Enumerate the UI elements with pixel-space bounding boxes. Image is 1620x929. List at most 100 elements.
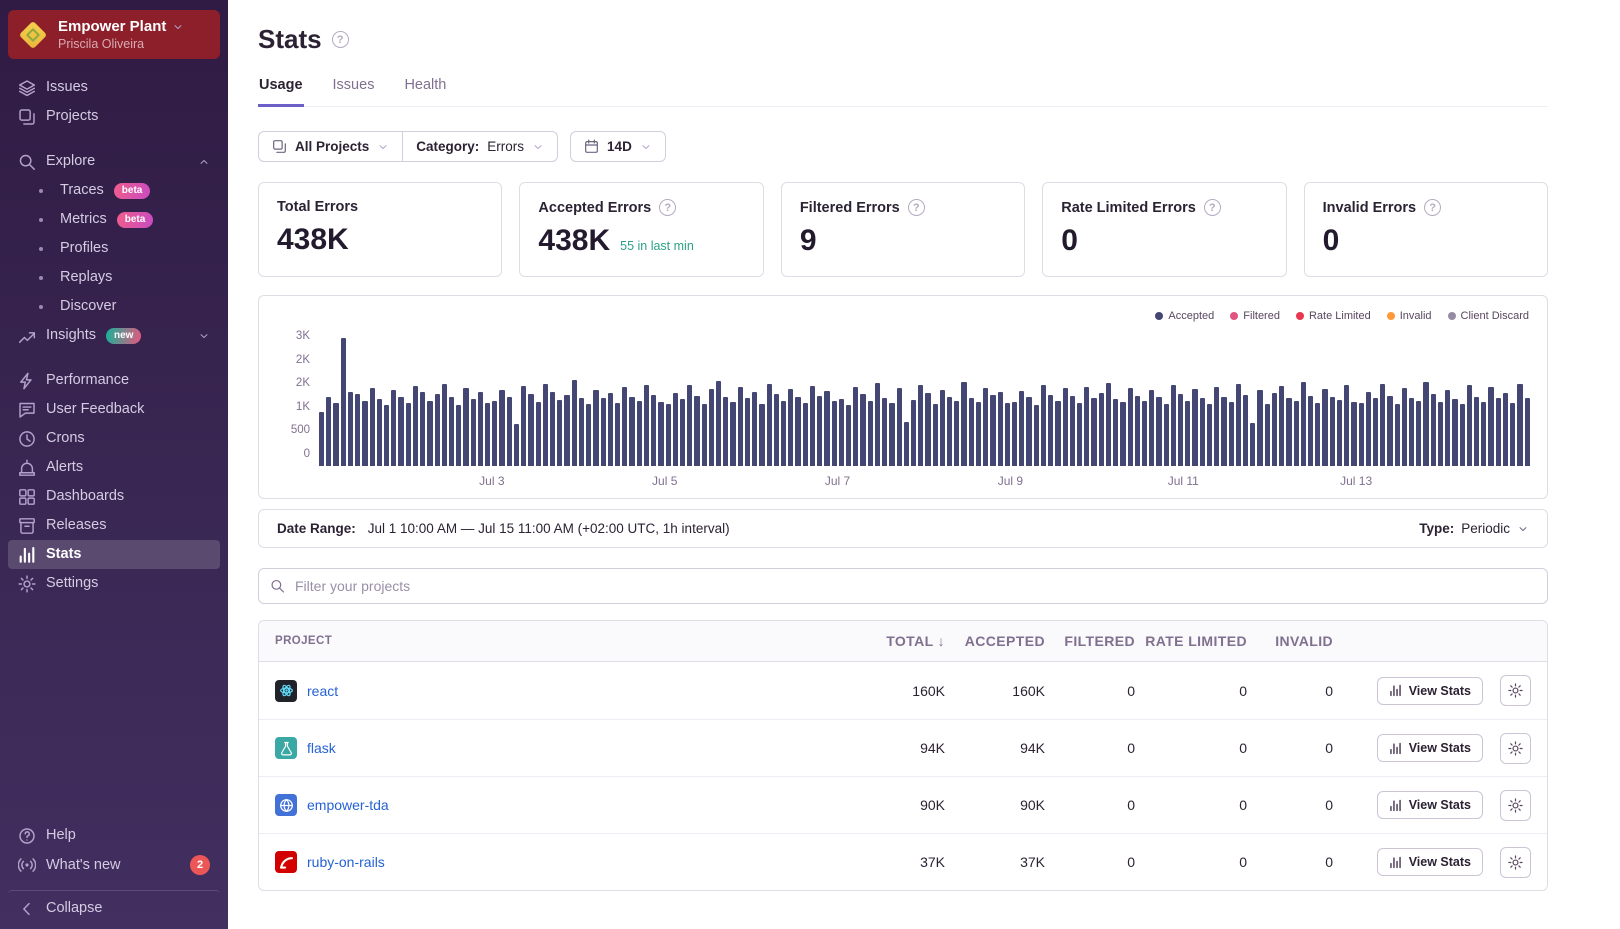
help-icon[interactable] (1204, 199, 1221, 216)
view-stats-label: View Stats (1409, 684, 1471, 698)
column-header-total[interactable]: TOTAL ↓ (845, 633, 945, 649)
sidebar-item-metrics[interactable]: Metricsbeta (8, 205, 220, 234)
chart-bar (1503, 393, 1508, 466)
sidebar-item-help[interactable]: Help (8, 821, 220, 850)
sidebar-item-whats-new[interactable]: What's new 2 (8, 850, 220, 880)
legend-item-invalid[interactable]: Invalid (1387, 310, 1432, 322)
chart-bar (398, 397, 403, 466)
x-tick-label: Jul 9 (998, 474, 1023, 488)
chart-bar (1460, 404, 1465, 466)
sidebar-item-performance[interactable]: Performance (8, 366, 220, 395)
sidebar-item-user-feedback[interactable]: User Feedback (8, 395, 220, 424)
help-icon[interactable] (659, 199, 676, 216)
tab-health[interactable]: Health (403, 77, 447, 107)
legend-item-accepted[interactable]: Accepted (1155, 310, 1214, 322)
column-header-accepted[interactable]: ACCEPTED (945, 633, 1045, 649)
chart-bar (745, 398, 750, 466)
chart-bar (1366, 392, 1371, 466)
bar-chart-icon (1389, 742, 1402, 755)
sidebar-item-stats[interactable]: Stats (8, 540, 220, 569)
bar-chart-icon (1389, 856, 1402, 869)
chart-bar (651, 395, 656, 466)
chart-x-axis: Jul 3Jul 5Jul 7Jul 9Jul 11Jul 13 (319, 466, 1529, 492)
project-link[interactable]: empower-tda (307, 797, 389, 813)
chart-bar (1380, 384, 1385, 466)
chart-bar (348, 392, 353, 466)
chart-bar (803, 403, 808, 466)
column-header-rate-limited[interactable]: RATE LIMITED (1135, 633, 1247, 649)
accepted-value: 94K (945, 740, 1045, 756)
chart-bar (832, 401, 837, 466)
view-stats-button[interactable]: View Stats (1377, 791, 1483, 819)
date-range-filter-button[interactable]: 14D (570, 131, 666, 162)
sidebar-item-discover[interactable]: Discover (8, 292, 220, 321)
view-stats-button[interactable]: View Stats (1377, 677, 1483, 705)
project-settings-button[interactable] (1500, 675, 1531, 706)
column-header-filtered[interactable]: FILTERED (1045, 633, 1135, 649)
project-settings-button[interactable] (1500, 790, 1531, 821)
project-link[interactable]: flask (307, 740, 336, 756)
chart-bar (492, 401, 497, 466)
title-help-icon[interactable] (332, 31, 349, 48)
table-row: flask94K94K000View Stats (259, 719, 1547, 776)
sidebar-item-projects[interactable]: Projects (8, 102, 220, 131)
chart-bar (370, 388, 375, 466)
help-icon[interactable] (908, 199, 925, 216)
chart-bar (1279, 386, 1284, 466)
sidebar-item-replays[interactable]: Replays (8, 263, 220, 292)
sidebar-item-traces[interactable]: Tracesbeta (8, 176, 220, 205)
feedback-icon (18, 401, 36, 419)
interval-type-value: Periodic (1461, 521, 1510, 536)
x-tick-label: Jul 11 (1168, 474, 1199, 488)
project-filter-button[interactable]: All Projects (259, 132, 402, 161)
chart-bar (774, 394, 779, 466)
chart-bar (1337, 400, 1342, 466)
view-stats-button[interactable]: View Stats (1377, 848, 1483, 876)
chevron-left-icon (18, 900, 36, 918)
tab-issues[interactable]: Issues (332, 77, 376, 107)
chart-bar (1149, 390, 1154, 466)
legend-item-filtered[interactable]: Filtered (1230, 310, 1280, 322)
chart-bar (377, 399, 382, 466)
sidebar-item-dashboards[interactable]: Dashboards (8, 482, 220, 511)
sidebar-item-settings[interactable]: Settings (8, 569, 220, 598)
help-icon[interactable] (1424, 199, 1441, 216)
sidebar-item-profiles[interactable]: Profiles (8, 234, 220, 263)
project-settings-button[interactable] (1500, 847, 1531, 878)
column-header-invalid[interactable]: INVALID (1247, 633, 1333, 649)
project-search-input[interactable] (258, 568, 1548, 604)
column-header-project[interactable]: PROJECT (275, 635, 845, 647)
sidebar-item-insights[interactable]: Insightsnew (8, 321, 220, 350)
chart-bar (1012, 402, 1017, 466)
alerts-icon (18, 459, 36, 477)
chart-bar (1301, 382, 1306, 466)
org-switcher[interactable]: Empower Plant Priscila Oliveira (8, 10, 220, 59)
view-stats-button[interactable]: View Stats (1377, 734, 1483, 762)
legend-label: Filtered (1243, 310, 1280, 322)
tab-usage[interactable]: Usage (258, 77, 304, 107)
main-content: Stats Usage Issues Health All Projects C… (228, 0, 1620, 929)
sidebar-collapse-button[interactable]: Collapse (8, 890, 220, 923)
page-title-text: Stats (258, 24, 322, 55)
legend-item-client-discard[interactable]: Client Discard (1448, 310, 1529, 322)
sidebar-item-releases[interactable]: Releases (8, 511, 220, 540)
interval-type-dropdown[interactable]: Type: Periodic (1419, 521, 1529, 536)
chart-bar (514, 424, 519, 466)
interval-type-label: Type: (1419, 521, 1454, 536)
project-link[interactable]: ruby-on-rails (307, 854, 385, 870)
chart-bar (882, 398, 887, 466)
chart-bar (1171, 385, 1176, 466)
project-link[interactable]: react (307, 683, 338, 699)
project-settings-button[interactable] (1500, 733, 1531, 764)
org-logo-icon (18, 20, 48, 50)
chart-bar (1452, 399, 1457, 466)
sidebar-item-alerts[interactable]: Alerts (8, 453, 220, 482)
card-filtered-errors: Filtered Errors 9 (781, 182, 1025, 277)
legend-item-rate-limited[interactable]: Rate Limited (1296, 310, 1371, 322)
sidebar-item-crons[interactable]: Crons (8, 424, 220, 453)
sidebar-item-explore[interactable]: Explore (8, 147, 220, 176)
sidebar-item-issues[interactable]: Issues (8, 73, 220, 102)
card-title: Filtered Errors (800, 200, 900, 216)
category-filter-button[interactable]: Category: Errors (403, 132, 557, 161)
category-filter-label: Category: (416, 139, 479, 154)
